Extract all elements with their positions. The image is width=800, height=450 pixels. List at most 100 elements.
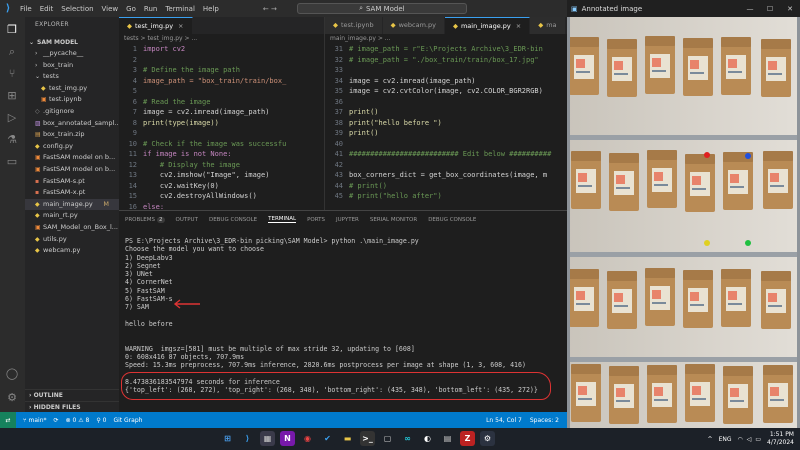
close-icon[interactable]: × <box>516 22 521 30</box>
editor-tab[interactable]: ◆ test.ipynb <box>325 17 383 34</box>
panel-tab[interactable]: TERMINAL <box>268 216 297 223</box>
panel-tab[interactable]: DEBUG CONSOLE <box>428 217 476 223</box>
code-line: 8 print(type(image)) <box>119 118 324 129</box>
editor-tab[interactable]: ◆ main_image.py × <box>444 17 531 34</box>
python-window-icon[interactable]: ⚙ <box>480 431 495 446</box>
gear-icon[interactable]: ⚙ <box>5 391 19 405</box>
breadcrumb[interactable]: main_image.py > ... <box>325 34 567 44</box>
tree-item[interactable]: ◆ config.py <box>25 141 119 152</box>
vscode-taskbar-icon[interactable]: ⟩ <box>240 431 255 446</box>
explorer-icon[interactable]: ❐ <box>5 23 19 37</box>
editor-tab[interactable]: ◆ test_img.py × <box>119 17 193 34</box>
file-type-icon: ◇ <box>35 108 40 115</box>
code-line: 7 image = cv2.imread(image_path) <box>119 107 324 118</box>
source-control-icon[interactable]: ⑂ <box>5 67 19 81</box>
bottom-panel: PROBLEMS 2 OUTPUT DEBUG CONSOLE TERMINAL PORT… <box>119 210 567 412</box>
app-icon[interactable]: ◐ <box>420 431 435 446</box>
close-icon[interactable]: ✕ <box>780 5 800 13</box>
clock[interactable]: 1:51 PM 4/7/2024 <box>767 431 794 447</box>
git-graph-button[interactable]: Git Graph <box>113 417 142 424</box>
tree-item[interactable]: ◆ main_image.py M <box>25 198 119 210</box>
tree-item[interactable]: ◇ .gitignore <box>25 106 119 117</box>
menu-edit[interactable]: Edit <box>36 5 58 13</box>
menu-go[interactable]: Go <box>122 5 140 13</box>
language-indicator[interactable]: ENG <box>719 436 732 443</box>
terminal-icon[interactable]: >_ <box>360 431 375 446</box>
maximize-icon[interactable]: ☐ <box>760 5 780 13</box>
tree-item[interactable]: ▪ FastSAM-s.pt <box>25 176 119 187</box>
filezilla-icon[interactable]: Z <box>460 431 475 446</box>
battery-icon[interactable]: ▭ <box>755 436 761 443</box>
tree-item[interactable]: ◆ webcam.py <box>25 245 119 256</box>
menu-view[interactable]: View <box>98 5 123 13</box>
menu-terminal[interactable]: Terminal <box>161 5 199 13</box>
code-line: 11 if image is not None: <box>119 149 324 160</box>
search-icon[interactable]: ⌕ <box>5 45 19 59</box>
breadcrumb[interactable]: tests > test_img.py > ... <box>119 34 324 44</box>
tree-item[interactable]: ▣ FastSAM model on b... <box>25 152 119 163</box>
tree-item[interactable]: › __pycache__ <box>25 48 119 59</box>
editor-tab[interactable]: ◆ ma <box>530 17 566 34</box>
sync-icon[interactable]: ⟳ <box>54 417 59 424</box>
panel-tab[interactable]: SERIAL MONITOR <box>370 217 417 223</box>
tree-item[interactable]: ▣ SAM_Model_on_Box_l... <box>25 222 119 233</box>
menu-file[interactable]: File <box>16 5 36 13</box>
remote-icon[interactable]: ⇄ <box>0 412 16 428</box>
indentation[interactable]: Spaces: 2 <box>530 417 559 424</box>
folder-icon[interactable]: ▬ <box>340 431 355 446</box>
code-editor-right[interactable]: 31 # image_path = r"E:\Projects Archive\3… <box>325 44 567 202</box>
tree-item[interactable]: ◆ test_img.py <box>25 83 119 94</box>
tree-item[interactable]: ▨ box_annotated_sampl... <box>25 118 119 129</box>
panel-tab[interactable]: JUPYTER <box>336 217 359 223</box>
files-icon[interactable]: ▦ <box>260 431 275 446</box>
start-icon[interactable]: ⊞ <box>220 431 235 446</box>
git-branch[interactable]: ⑂ main* <box>23 417 47 424</box>
arduino-icon[interactable]: ∞ <box>400 431 415 446</box>
hidden-files-section[interactable]: › HIDDEN FILES <box>25 401 119 412</box>
tree-item-label: test.ipynb <box>49 95 82 104</box>
editor-tab[interactable]: ◆ webcam.py <box>382 17 445 34</box>
close-icon[interactable]: × <box>178 22 183 30</box>
tree-item[interactable]: › box_train <box>25 60 119 71</box>
onenote-icon[interactable]: N <box>280 431 295 446</box>
menu-selection[interactable]: Selection <box>57 5 97 13</box>
line-number: 7 <box>132 108 137 116</box>
panel-tab[interactable]: OUTPUT <box>176 217 198 223</box>
tree-item[interactable]: ◆ main_rt.py <box>25 210 119 221</box>
tree-root[interactable]: ⌄ SAM MODEL <box>25 37 119 48</box>
tree-item[interactable]: ▪ FastSAM-x.pt <box>25 187 119 198</box>
code-editor-left[interactable]: 1 import cv2 2 3 # Define the image path 4 ima… <box>119 44 324 223</box>
run-debug-icon[interactable]: ▷ <box>5 111 19 125</box>
minimize-icon[interactable]: — <box>740 5 760 13</box>
chrome-icon[interactable]: ◉ <box>300 431 315 446</box>
account-icon[interactable]: ◯ <box>5 367 19 381</box>
tray-chevron-icon[interactable]: ^ <box>708 436 713 443</box>
command-search-input[interactable]: ⌕ SAM Model <box>296 3 467 14</box>
volume-icon[interactable]: ◁ <box>747 436 752 443</box>
terminal-output[interactable]: PS E:\Projects Archive\3_EDR-bin picking… <box>125 237 565 395</box>
todo-icon[interactable]: ✔ <box>320 431 335 446</box>
wifi-icon[interactable]: ◠ <box>738 436 743 443</box>
tree-item[interactable]: ◆ utils.py <box>25 234 119 245</box>
panel-tab[interactable]: PORTS <box>307 217 325 223</box>
remote-explorer-icon[interactable]: ▭ <box>5 155 19 169</box>
menu-help[interactable]: Help <box>199 5 223 13</box>
app2-icon[interactable]: ▤ <box>440 431 455 446</box>
capture-icon[interactable]: ▢ <box>380 431 395 446</box>
tree-item[interactable]: ▣ test.ipynb <box>25 94 119 105</box>
line-number: 37 <box>334 108 343 116</box>
problems-count[interactable]: ⊗ 0 ⚠ 8 <box>66 417 90 424</box>
testing-icon[interactable]: ⚗ <box>5 133 19 147</box>
panel-tab[interactable]: PROBLEMS 2 <box>125 216 165 223</box>
ports-count[interactable]: ⚲ 0 <box>96 417 106 424</box>
panel-tab-label: TERMINAL <box>268 216 297 222</box>
outline-section[interactable]: › OUTLINE <box>25 389 119 400</box>
tree-item[interactable]: ⌄ tests <box>25 71 119 82</box>
panel-tab[interactable]: DEBUG CONSOLE <box>209 217 257 223</box>
cursor-position[interactable]: Ln 54, Col 7 <box>486 417 522 424</box>
tree-item[interactable]: ▣ FastSAM model on b... <box>25 164 119 175</box>
extensions-icon[interactable]: ⊞ <box>5 89 19 103</box>
nav-arrows-icon[interactable]: ← → <box>263 5 277 13</box>
menu-run[interactable]: Run <box>140 5 161 13</box>
tree-item[interactable]: ▤ box_train.zip <box>25 129 119 140</box>
